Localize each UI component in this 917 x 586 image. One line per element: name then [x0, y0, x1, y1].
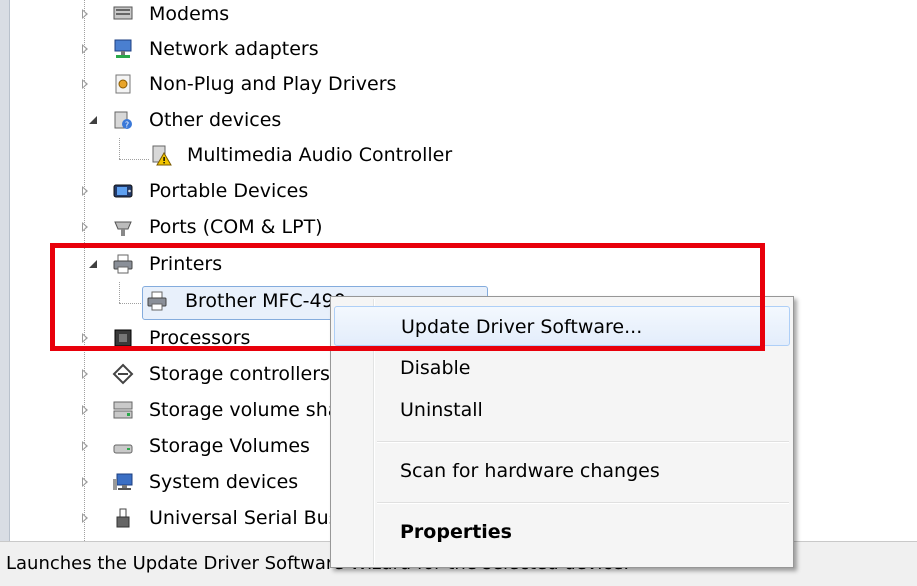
tree-item-label: Universal Serial Bus controllers	[149, 507, 330, 529]
menu-item-properties[interactable]: Properties	[334, 512, 790, 552]
tree-item-label: Multimedia Audio Controller	[187, 144, 453, 166]
highlight-annotation-box	[50, 243, 765, 351]
menu-item-label: Properties	[400, 521, 512, 543]
system-device-icon	[113, 473, 133, 490]
tree-item-label: Portable Devices	[149, 180, 309, 202]
tree-item-label: Ports (COM & LPT)	[149, 216, 323, 238]
tree-item-storage-controllers[interactable]: Storage controllers	[0, 357, 330, 391]
expand-arrow-icon[interactable]	[81, 477, 91, 487]
tree-item-storage-volumes[interactable]: Storage Volumes	[0, 429, 330, 463]
warning-device-icon	[152, 145, 172, 166]
expand-arrow-icon[interactable]	[81, 222, 91, 232]
modem-icon	[113, 6, 133, 20]
portable-device-icon	[113, 184, 133, 198]
tree-item-modems[interactable]: Modems	[0, 0, 400, 31]
tree-item-label: Storage volume shadow copies	[149, 399, 330, 421]
tree-item-ports[interactable]: Ports (COM & LPT)	[0, 210, 400, 244]
unknown-device-icon: ?	[114, 111, 132, 130]
storage-controller-icon	[112, 363, 134, 385]
tree-item-label: System devices	[149, 471, 299, 493]
storage-volume-icon	[113, 444, 133, 454]
menu-item-label: Scan for hardware changes	[400, 460, 660, 482]
usb-icon	[116, 508, 130, 528]
menu-item-uninstall[interactable]: Uninstall	[334, 390, 790, 430]
tree-item-label: Modems	[149, 3, 230, 25]
menu-separator	[377, 441, 789, 443]
collapse-arrow-icon[interactable]	[89, 115, 99, 125]
tree-item-storage-volume-shadow-copies[interactable]: Storage volume shadow copies	[0, 393, 330, 427]
tree-item-network-adapters[interactable]: Network adapters	[0, 32, 400, 66]
expand-arrow-icon[interactable]	[81, 186, 91, 196]
expand-arrow-icon[interactable]	[81, 441, 91, 451]
tree-item-label: Storage Volumes	[149, 435, 310, 457]
tree-item-portable-devices[interactable]: Portable Devices	[0, 174, 400, 208]
tree-item-multimedia-audio-controller[interactable]: Multimedia Audio Controller	[0, 138, 520, 172]
expand-arrow-icon[interactable]	[81, 9, 91, 19]
tree-item-label: Non-Plug and Play Drivers	[149, 73, 397, 95]
tree-item-non-pnp-drivers[interactable]: Non-Plug and Play Drivers	[0, 67, 500, 101]
expand-arrow-icon[interactable]	[81, 369, 91, 379]
expand-arrow-icon[interactable]	[81, 44, 91, 54]
tree-item-usb-controllers[interactable]: Universal Serial Bus controllers	[0, 501, 330, 535]
tree-item-other-devices[interactable]: ? Other devices	[0, 103, 400, 137]
expand-arrow-icon[interactable]	[81, 513, 91, 523]
tree-item-label: Other devices	[149, 109, 282, 131]
menu-item-label: Uninstall	[400, 399, 483, 421]
storage-volume-icon	[113, 401, 133, 419]
network-adapter-icon	[114, 39, 132, 58]
svg-text:?: ?	[125, 121, 129, 130]
port-icon	[114, 221, 132, 236]
tree-item-label: Storage controllers	[149, 363, 330, 385]
menu-separator	[377, 502, 789, 504]
driver-icon	[115, 74, 131, 94]
expand-arrow-icon[interactable]	[81, 79, 91, 89]
expand-arrow-icon[interactable]	[81, 405, 91, 415]
menu-item-disable[interactable]: Disable	[334, 348, 790, 388]
tree-item-system-devices[interactable]: System devices	[0, 465, 330, 499]
menu-item-label: Disable	[400, 357, 471, 379]
menu-item-scan-hardware[interactable]: Scan for hardware changes	[334, 451, 790, 491]
tree-item-label: Network adapters	[149, 38, 319, 60]
